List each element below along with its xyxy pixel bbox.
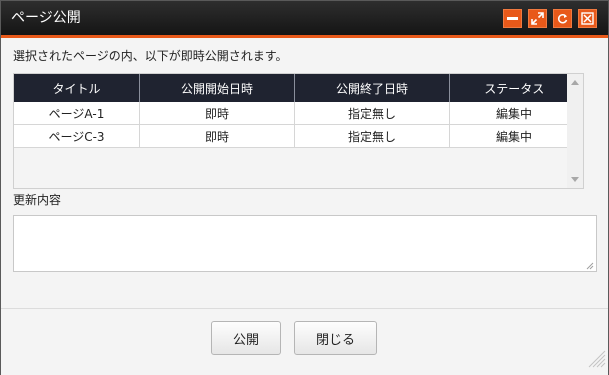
scroll-up-icon[interactable] [571,80,579,85]
scroll-down-icon[interactable] [571,177,579,182]
publish-notice: 選択されたページの内、以下が即時公開されます。 [13,49,288,63]
cell-end: 指定無し [294,124,450,148]
publish-button[interactable]: 公開 [211,321,281,355]
update-content-label: 更新内容 [13,193,62,207]
pages-table: タイトル 公開開始日時 公開終了日時 ステータス ページA-1 即時 指定無し … [14,74,579,148]
publish-dialog: ページ公開 選択されたページの内、以下が即時公開されます。 タイトル 公開開始日… [0,0,609,375]
table-header-row: タイトル 公開開始日時 公開終了日時 ステータス [14,74,579,102]
maximize-icon [531,12,544,25]
column-header-title[interactable]: タイトル [14,74,140,102]
cell-status: 編集中 [449,102,579,125]
pages-grid: タイトル 公開開始日時 公開終了日時 ステータス ページA-1 即時 指定無し … [13,73,584,189]
table-row[interactable]: ページA-1 即時 指定無し 編集中 [14,102,579,125]
textarea-resize-icon[interactable] [586,262,594,270]
cell-title: ページA-1 [14,102,140,125]
dialog-title: ページ公開 [11,10,81,26]
refresh-button[interactable] [553,9,572,28]
close-dialog-button[interactable]: 閉じる [294,321,377,355]
refresh-icon [557,14,568,24]
column-header-end[interactable]: 公開終了日時 [294,74,450,102]
column-header-status[interactable]: ステータス [449,74,579,102]
update-content-input[interactable] [13,215,597,272]
table-row[interactable]: ページC-3 即時 指定無し 編集中 [14,124,579,148]
cell-start: 即時 [139,124,295,148]
cell-end: 指定無し [294,102,450,125]
minimize-icon [507,17,518,20]
dialog-titlebar[interactable]: ページ公開 [1,1,608,38]
close-icon [581,12,594,25]
column-header-start[interactable]: 公開開始日時 [139,74,295,102]
close-button[interactable] [578,9,597,28]
cell-start: 即時 [139,102,295,125]
maximize-button[interactable] [528,9,547,28]
dialog-footer: 公開 閉じる [1,308,608,375]
dialog-content: 選択されたページの内、以下が即時公開されます。 タイトル 公開開始日時 公開終了… [1,38,608,308]
minimize-button[interactable] [503,9,522,28]
grid-scrollbar[interactable] [567,74,583,188]
window-resize-icon[interactable] [586,347,606,371]
cell-status: 編集中 [449,124,579,148]
cell-title: ページC-3 [14,124,140,148]
